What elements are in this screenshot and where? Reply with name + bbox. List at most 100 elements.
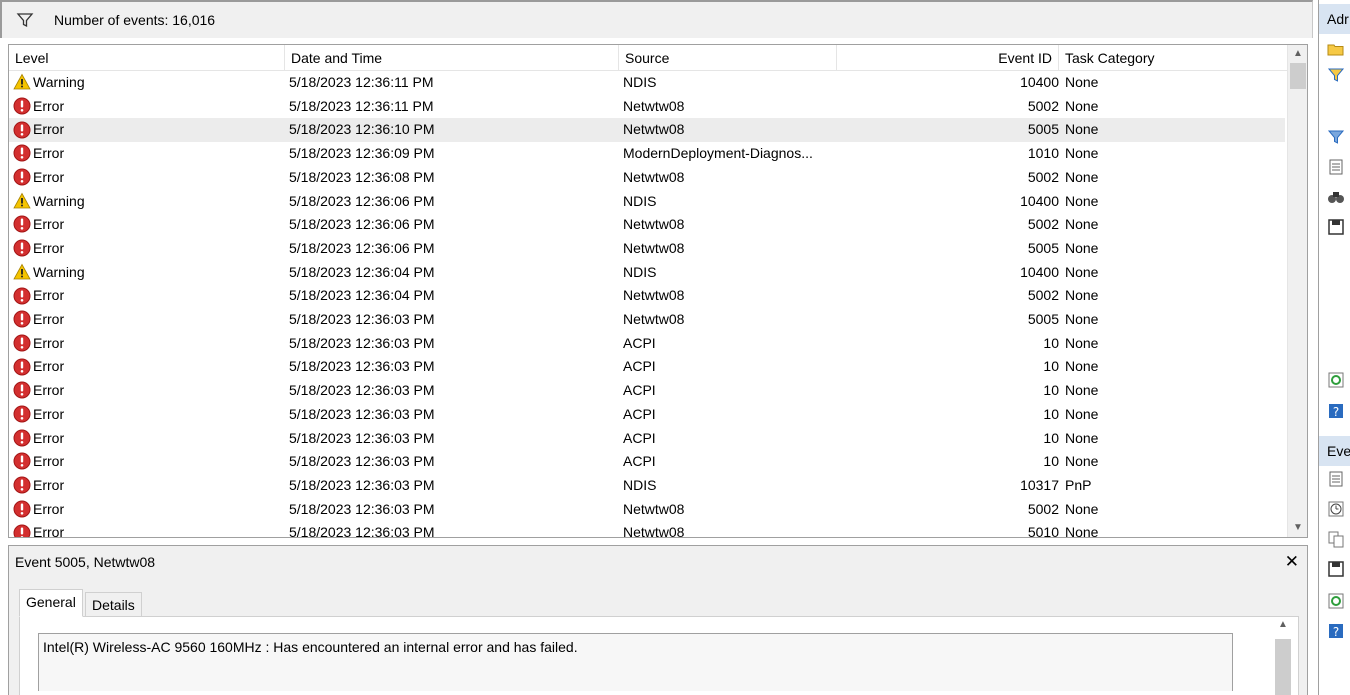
scroll-up-arrow-icon[interactable]: ▲	[1273, 619, 1293, 630]
open-log-icon[interactable]	[1327, 40, 1345, 58]
date-cell: 5/18/2023 12:36:04 PM	[289, 263, 435, 280]
level-text: Warning	[33, 192, 85, 209]
scroll-thumb[interactable]	[1275, 639, 1291, 695]
task-category-cell: None	[1065, 239, 1099, 256]
filter-icon[interactable]	[1327, 128, 1345, 146]
source-cell: NDIS	[623, 192, 657, 209]
level-text: Error	[33, 358, 65, 375]
level-cell: Error	[13, 521, 283, 537]
create-view-icon[interactable]	[1327, 66, 1345, 84]
source-cell: NDIS	[623, 263, 657, 280]
task-category-cell: None	[1065, 429, 1099, 446]
error-icon	[13, 476, 31, 494]
level-text: Error	[33, 216, 65, 233]
table-row[interactable]: Error 5/18/2023 12:36:03 PM NDIS 10317 PnP	[9, 474, 1285, 498]
event-id-cell: 10400	[1020, 74, 1059, 90]
tab-general[interactable]: General	[19, 589, 83, 617]
scroll-thumb[interactable]	[1290, 63, 1306, 89]
details-scrollbar[interactable]: ▲	[1273, 617, 1293, 695]
column-header-source[interactable]: Source	[619, 45, 837, 71]
event-properties-icon[interactable]	[1327, 470, 1345, 488]
general-tab-content: Intel(R) Wireless-AC 9560 160MHz : Has e…	[19, 616, 1299, 695]
scroll-down-arrow-icon[interactable]: ▼	[1288, 519, 1307, 537]
refresh-icon[interactable]	[1327, 592, 1345, 610]
table-row[interactable]: Error 5/18/2023 12:36:03 PM Netwtw08 5010 No…	[9, 521, 1285, 538]
scroll-up-arrow-icon[interactable]: ▲	[1288, 45, 1307, 63]
table-row[interactable]: Error 5/18/2023 12:36:06 PM Netwtw08 5005 No…	[9, 237, 1285, 261]
help-icon[interactable]: ?	[1327, 402, 1345, 420]
table-row[interactable]: Warning 5/18/2023 12:36:04 PM NDIS 10400 Non…	[9, 261, 1285, 285]
event-details-pane: Event 5005, Netwtw08 ✕ General Details I…	[8, 545, 1308, 695]
column-header-date[interactable]: Date and Time	[285, 45, 619, 71]
level-text: Error	[33, 453, 65, 470]
task-category-cell: None	[1065, 168, 1099, 185]
tab-details[interactable]: Details	[85, 592, 142, 616]
close-icon[interactable]: ✕	[1285, 552, 1299, 572]
error-icon	[13, 168, 31, 186]
source-cell: ACPI	[623, 382, 656, 399]
event-id-cell: 10317	[1020, 476, 1059, 493]
attach-task-icon[interactable]	[1327, 500, 1345, 518]
error-icon	[13, 524, 31, 537]
level-cell: Warning	[13, 261, 283, 285]
table-row[interactable]: Error 5/18/2023 12:36:04 PM Netwtw08 5002 No…	[9, 284, 1285, 308]
event-id-cell: 5002	[1027, 216, 1059, 233]
table-row[interactable]: Error 5/18/2023 12:36:03 PM ACPI 10 None	[9, 355, 1285, 379]
event-id-cell: 1010	[1027, 145, 1059, 162]
level-text: Error	[33, 239, 65, 256]
level-cell: Error	[13, 237, 283, 261]
refresh-icon[interactable]	[1327, 371, 1345, 389]
warning-icon	[13, 73, 31, 91]
table-row[interactable]: Error 5/18/2023 12:36:03 PM Netwtw08 5002 No…	[9, 498, 1285, 522]
table-row[interactable]: Warning 5/18/2023 12:36:06 PM NDIS 10400 Non…	[9, 190, 1285, 214]
table-row[interactable]: Error 5/18/2023 12:36:03 PM ACPI 10 None	[9, 379, 1285, 403]
level-text: Error	[33, 287, 65, 304]
properties-icon[interactable]	[1327, 158, 1345, 176]
event-id-cell: 5005	[1027, 239, 1059, 256]
error-icon	[13, 500, 31, 518]
source-cell: Netwtw08	[623, 216, 685, 233]
table-row[interactable]: Error 5/18/2023 12:36:08 PM Netwtw08 5002 No…	[9, 166, 1285, 190]
table-row[interactable]: Error 5/18/2023 12:36:03 PM ACPI 10 None	[9, 332, 1285, 356]
copy-icon[interactable]	[1327, 530, 1345, 548]
event-id-cell: 5002	[1027, 500, 1059, 517]
find-icon[interactable]	[1327, 188, 1345, 206]
error-icon	[13, 358, 31, 376]
source-cell: Netwtw08	[623, 524, 685, 538]
table-scrollbar[interactable]: ▲ ▼	[1287, 45, 1307, 537]
save-icon[interactable]	[1327, 560, 1345, 578]
table-row[interactable]: Error 5/18/2023 12:36:03 PM ACPI 10 None	[9, 450, 1285, 474]
table-row[interactable]: Error 5/18/2023 12:36:06 PM Netwtw08 5002 No…	[9, 213, 1285, 237]
error-icon	[13, 429, 31, 447]
column-header-task-category[interactable]: Task Category	[1059, 45, 1287, 71]
event-id-cell: 5010	[1027, 524, 1059, 538]
events-table[interactable]: Level Date and Time Source Event ID Task…	[8, 44, 1308, 538]
level-text: Error	[33, 334, 65, 351]
level-cell: Warning	[13, 71, 283, 95]
table-row[interactable]: Error 5/18/2023 12:36:10 PM Netwtw08 5005 No…	[9, 118, 1285, 143]
table-row[interactable]: Error 5/18/2023 12:36:03 PM ACPI 10 None	[9, 403, 1285, 427]
save-icon[interactable]	[1327, 218, 1345, 236]
level-text: Error	[33, 476, 65, 493]
task-category-cell: PnP	[1065, 476, 1092, 493]
table-row[interactable]: Error 5/18/2023 12:36:09 PM ModernDeployme…	[9, 142, 1285, 166]
event-description-box[interactable]: Intel(R) Wireless-AC 9560 160MHz : Has e…	[38, 633, 1233, 691]
date-cell: 5/18/2023 12:36:03 PM	[289, 405, 435, 422]
table-row[interactable]: Warning 5/18/2023 12:36:11 PM NDIS 10400 Non…	[9, 71, 1285, 95]
event-id-cell: 5002	[1027, 287, 1059, 304]
level-cell: Error	[13, 498, 283, 522]
column-header-event-id[interactable]: Event ID	[837, 45, 1059, 71]
column-header-level[interactable]: Level	[9, 45, 285, 71]
date-cell: 5/18/2023 12:36:06 PM	[289, 239, 435, 256]
level-cell: Error	[13, 355, 283, 379]
level-text: Error	[33, 405, 65, 422]
help-icon[interactable]: ?	[1327, 622, 1345, 640]
table-row[interactable]: Error 5/18/2023 12:36:03 PM Netwtw08 5005 No…	[9, 308, 1285, 332]
task-category-cell: None	[1065, 334, 1099, 351]
error-icon	[13, 97, 31, 115]
table-row[interactable]: Error 5/18/2023 12:36:03 PM ACPI 10 None	[9, 427, 1285, 451]
task-category-cell: None	[1065, 145, 1099, 162]
date-cell: 5/18/2023 12:36:03 PM	[289, 334, 435, 351]
table-header: Level Date and Time Source Event ID Task…	[9, 45, 1289, 71]
table-row[interactable]: Error 5/18/2023 12:36:11 PM Netwtw08 5002 No…	[9, 95, 1285, 119]
